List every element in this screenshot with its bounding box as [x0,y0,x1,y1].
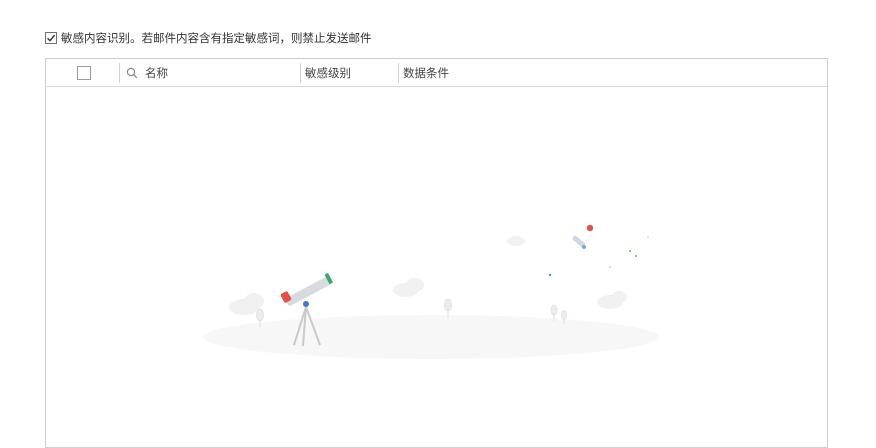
column-divider [398,63,399,83]
select-all-checkbox[interactable] [77,66,91,80]
column-header-name[interactable]: 名称 [126,59,168,86]
column-divider [119,63,120,83]
column-condition-label: 数据条件 [403,65,449,80]
column-header-condition[interactable]: 数据条件 [403,59,449,86]
column-header-level[interactable]: 敏感级别 [305,59,351,86]
rocket-icon [548,224,649,277]
sensitive-content-option[interactable]: 敏感内容识别。若邮件内容含有指定敏感词，则禁止发送邮件 [45,31,372,45]
sensitive-words-table: 名称 敏感级别 数据条件 [45,58,828,448]
search-icon[interactable] [126,67,138,79]
column-name-label: 名称 [145,65,168,80]
empty-state-illustration [203,224,659,359]
table-header: 名称 敏感级别 数据条件 [46,59,827,87]
column-level-label: 敏感级别 [305,65,351,80]
checkmark-icon [47,34,56,42]
column-divider [300,63,301,83]
sensitive-content-checkbox[interactable] [45,32,57,44]
sensitive-content-label: 敏感内容识别。若邮件内容含有指定敏感词，则禁止发送邮件 [61,31,372,45]
